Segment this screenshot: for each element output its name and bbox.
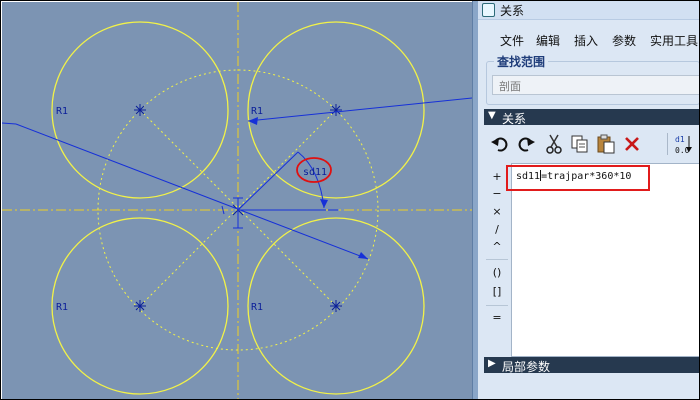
operator-plus-button[interactable]: +	[488, 168, 506, 185]
operator-separator	[486, 305, 508, 306]
relations-toolbar: d1 0.0	[486, 129, 699, 159]
angle-dimension-label[interactable]: sd11	[303, 167, 327, 178]
radius-label-bottom-right: R1	[251, 302, 263, 313]
radius-label-bottom-left: R1	[56, 302, 68, 313]
arrowheads	[248, 117, 368, 259]
redo-icon[interactable]	[514, 132, 538, 156]
operator-parentheses-button[interactable]: ()	[488, 264, 506, 281]
svg-text:d1: d1	[675, 135, 685, 144]
screenshot: R1 R1 R1 R1 sd11 关系 文件 编辑 插入 参数 实用工具 查找范…	[0, 0, 700, 400]
relations-dialog: 关系 文件 编辑 插入 参数 实用工具 查找范围 剖面 ▼ 关系 d1 0.0 …	[478, 1, 699, 399]
menu-file[interactable]: 文件	[500, 32, 524, 49]
relations-section-header[interactable]: ▼ 关系	[484, 109, 699, 126]
operator-minus-button[interactable]: −	[488, 185, 506, 202]
copy-icon[interactable]	[568, 132, 592, 156]
delete-icon[interactable]	[620, 132, 644, 156]
operator-power-button[interactable]: ^	[488, 238, 506, 255]
app-window-icon	[482, 3, 495, 17]
sort-relations-icon[interactable]: d1 0.0	[672, 132, 696, 156]
menu-parameters[interactable]: 参数	[612, 32, 636, 49]
lookup-scope-field[interactable]: 剖面	[492, 75, 699, 95]
relations-section-title: 关系	[502, 112, 527, 126]
relation-highlight-annotation	[506, 165, 650, 191]
operator-equals-button[interactable]: =	[488, 309, 506, 326]
paste-icon[interactable]	[594, 132, 618, 156]
menu-utilities[interactable]: 实用工具	[650, 32, 698, 49]
dialog-titlebar[interactable]: 关系	[478, 1, 699, 20]
lookup-scope-label: 查找范围	[494, 53, 549, 70]
menu-insert[interactable]: 插入	[574, 32, 598, 49]
operator-divide-button[interactable]: /	[488, 221, 506, 238]
collapse-triangle-icon: ▼	[488, 110, 496, 121]
operator-separator	[486, 259, 508, 260]
radius-label-top-right: R1	[251, 106, 263, 117]
toolbar-separator	[667, 133, 668, 155]
lookup-scope-value: 剖面	[499, 80, 521, 93]
sketch-canvas[interactable]: R1 R1 R1 R1 sd11	[2, 2, 472, 400]
dimension-lines[interactable]	[2, 97, 472, 260]
relations-editor[interactable]: sd11=trajpar*360*10	[511, 163, 699, 357]
operator-brackets-button[interactable]: []	[488, 283, 506, 300]
expand-triangle-icon: ▶	[488, 358, 496, 369]
dialog-title: 关系	[500, 4, 525, 18]
local-parameters-section-title: 局部参数	[502, 360, 551, 374]
operator-buttons: + − × / ^ () [] =	[486, 164, 508, 334]
undo-icon[interactable]	[488, 132, 512, 156]
sketch-viewport[interactable]: R1 R1 R1 R1 sd11	[2, 2, 472, 400]
local-parameters-section-header[interactable]: ▶ 局部参数	[484, 357, 699, 374]
cut-icon[interactable]	[542, 132, 566, 156]
menu-edit[interactable]: 编辑	[536, 32, 560, 49]
menu-bar: 文件 编辑 插入 参数 实用工具	[478, 29, 699, 51]
radius-label-top-left: R1	[56, 106, 68, 117]
operator-multiply-button[interactable]: ×	[488, 203, 506, 220]
